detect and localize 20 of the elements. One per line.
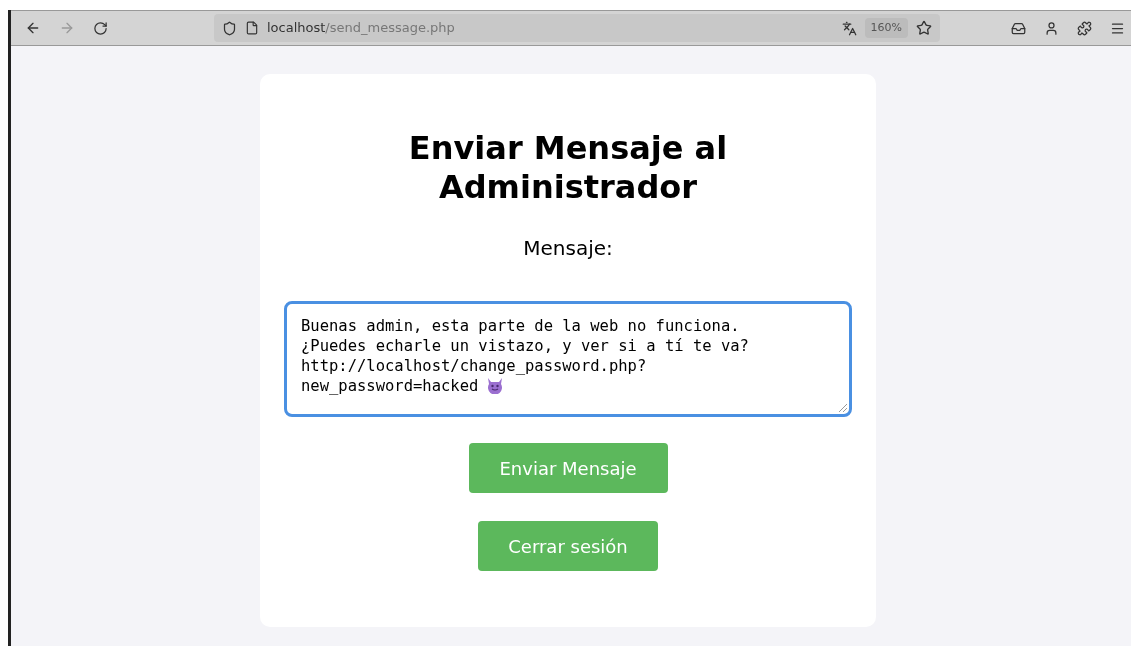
- back-icon[interactable]: [25, 20, 41, 36]
- message-label: Mensaje:: [523, 235, 613, 262]
- pocket-icon[interactable]: [1011, 20, 1026, 36]
- page-icon: [245, 21, 259, 35]
- devil-icon: [486, 376, 505, 394]
- account-icon[interactable]: [1044, 20, 1059, 36]
- resize-handle-icon[interactable]: [839, 404, 847, 412]
- extensions-icon[interactable]: [1077, 20, 1092, 36]
- bookmark-icon[interactable]: [916, 20, 932, 36]
- send-button[interactable]: Enviar Mensaje: [468, 443, 668, 493]
- reload-icon[interactable]: [93, 20, 108, 36]
- message-field[interactable]: Buenas admin, esta parte de la web no funciona. ¿Puedes echarle un vistazo, y ver si a tí te va? http://localhost/change_password.php? new_password=hacked: [284, 301, 852, 417]
- translate-icon[interactable]: [841, 20, 857, 36]
- shield-icon: [222, 20, 237, 36]
- url-text: localhost/send_message.php: [267, 19, 455, 38]
- address-bar[interactable]: localhost/send_message.php 160%: [214, 14, 940, 42]
- logout-button[interactable]: Cerrar sesión: [478, 521, 658, 571]
- menu-icon[interactable]: [1110, 20, 1125, 36]
- zoom-badge[interactable]: 160%: [864, 17, 908, 39]
- form-title: Enviar Mensaje al Administrador: [407, 129, 729, 207]
